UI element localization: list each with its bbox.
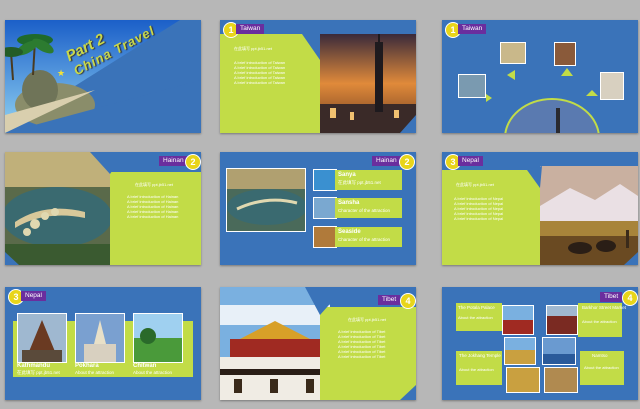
slide-thumbnail-6[interactable]: 3 Nepal 在此填写 ppt.jb51.net A brief introd… — [442, 152, 638, 265]
namtso-title: Namtso — [592, 353, 608, 358]
jokhang-photo — [504, 337, 536, 365]
seaside-desc: Character of the attraction — [338, 237, 391, 242]
seaside-photo — [313, 226, 337, 248]
chitwan-photo — [133, 313, 183, 363]
seaside-title: Seaside — [338, 229, 361, 235]
star-icon: ★ — [57, 68, 66, 78]
jokhang-desc: About the attraction — [459, 367, 494, 372]
kathmandu-photo — [17, 313, 67, 363]
section-number-badge: 2 — [399, 154, 415, 170]
jokhang-title: The Jokhang Temple — [459, 353, 501, 358]
hainan-overview-photo — [226, 168, 306, 232]
section-tag: Hainan — [372, 156, 401, 166]
potala-photo — [502, 305, 534, 335]
potala-desc: About the attraction — [458, 315, 493, 320]
kathmandu-title: Kathmandu — [17, 363, 50, 369]
sansha-title: Sansha — [338, 200, 360, 206]
slide-thumbnail-3[interactable]: 1 Taiwan — [442, 20, 638, 133]
pokhara-desc: About the attraction — [75, 370, 115, 375]
section-number-badge: 4 — [622, 290, 638, 306]
sanya-desc: 在此填写 ppt.jb51.net — [338, 180, 381, 185]
pokhara-title: Pokhara — [75, 363, 99, 369]
slide-thumbnail-1[interactable]: Part 2 China Travel ★ — [5, 20, 201, 133]
connector-arrows — [486, 68, 600, 133]
lake-shore-photo — [544, 367, 578, 393]
kathmandu-desc: 在此填写 ppt.jb51.net — [17, 370, 60, 375]
intro-text: A brief introduction of Tibet A brief in… — [338, 329, 386, 359]
potala-title: The Potala Palace — [458, 305, 495, 310]
chitwan-desc: About the attraction — [133, 370, 173, 375]
intro-text: A brief introduction of Hainan A brief i… — [127, 194, 179, 219]
slide-thumbnail-4[interactable]: Hainan 2 在此填写 ppt.jb51.net A brief intro… — [5, 152, 201, 265]
panel-subtitle: 在此填写 ppt.jb51.net — [135, 182, 174, 187]
sanya-title: Sanya — [338, 172, 356, 178]
slide-thumbnail-8[interactable]: Tibet 4 在此填写 ppt.jb51.net A brief introd… — [220, 287, 416, 400]
section-number-badge: 4 — [400, 293, 416, 309]
sansha-desc: Character of the attraction — [338, 208, 391, 213]
namtso-desc: About the attraction — [584, 365, 619, 370]
slide-thumbnail-2[interactable]: 1 Taiwan 在此填写 ppt.jb51.net A brief intro… — [220, 20, 416, 133]
pokhara-photo — [75, 313, 125, 363]
monastery-photo — [506, 367, 540, 393]
section-tag: Nepal — [21, 291, 46, 301]
section-tag: Hainan — [159, 156, 188, 166]
barkhor-title: Barkhor Street Market — [582, 305, 627, 310]
section-tag: Tibet — [600, 292, 623, 302]
sansha-photo — [313, 197, 337, 219]
slide-thumbnail-9[interactable]: Tibet 4 The Potala Palace About the attr… — [442, 287, 638, 400]
namtso-photo — [542, 337, 576, 365]
section-tag: Tibet — [378, 295, 401, 305]
slide-thumbnail-5[interactable]: Hainan 2 Sanya 在此填写 ppt.jb51.net Sansha … — [220, 152, 416, 265]
section-number-badge: 2 — [185, 154, 201, 170]
barkhor-photo — [546, 305, 578, 335]
sanya-photo — [313, 169, 337, 191]
chitwan-title: Chitwan — [133, 363, 157, 369]
barkhor-desc: About the attraction — [582, 319, 617, 324]
panel-subtitle: 在此填写 ppt.jb51.net — [348, 317, 387, 322]
slide-thumbnail-7[interactable]: 3 Nepal Kathmandu 在此填写 ppt.jb51.net Pokh… — [5, 287, 201, 400]
